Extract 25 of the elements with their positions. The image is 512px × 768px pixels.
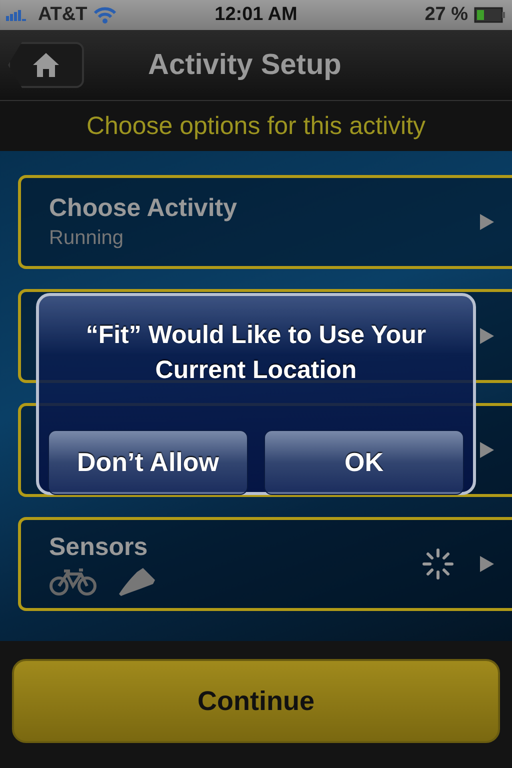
alert-button[interactable]: Don’t Allow <box>48 430 248 495</box>
wifi-icon <box>93 6 118 24</box>
disclosure-arrow-icon <box>480 214 494 230</box>
loading-spinner-icon <box>422 548 454 580</box>
instruction-text: Choose options for this activity <box>86 112 426 140</box>
disclosure-arrow-icon <box>480 328 494 344</box>
option-title: Sensors <box>49 532 149 562</box>
option-row[interactable]: Sensors <box>18 517 512 611</box>
disclosure-arrow-icon <box>480 556 494 572</box>
option-row[interactable]: Choose Activity Running <box>18 175 512 269</box>
disclosure-arrow-icon <box>480 442 494 458</box>
battery-percent: 27 % <box>424 4 468 26</box>
option-title: Choose Activity <box>49 194 238 223</box>
bicycle-icon <box>49 568 97 596</box>
shoe-icon <box>117 566 157 596</box>
alert-title: “Fit” Would Like to Use Your Current Location <box>84 320 428 386</box>
continue-button[interactable]: Continue <box>12 659 500 743</box>
alert-button[interactable]: OK <box>264 430 464 495</box>
battery-icon <box>474 7 506 23</box>
home-icon <box>31 51 61 79</box>
carrier-name: AT&T <box>38 4 88 26</box>
option-value: Running <box>49 227 125 250</box>
screen-title: Activity Setup <box>148 48 342 82</box>
clock-time: 12:01 AM <box>214 4 298 26</box>
home-button[interactable] <box>8 42 84 88</box>
